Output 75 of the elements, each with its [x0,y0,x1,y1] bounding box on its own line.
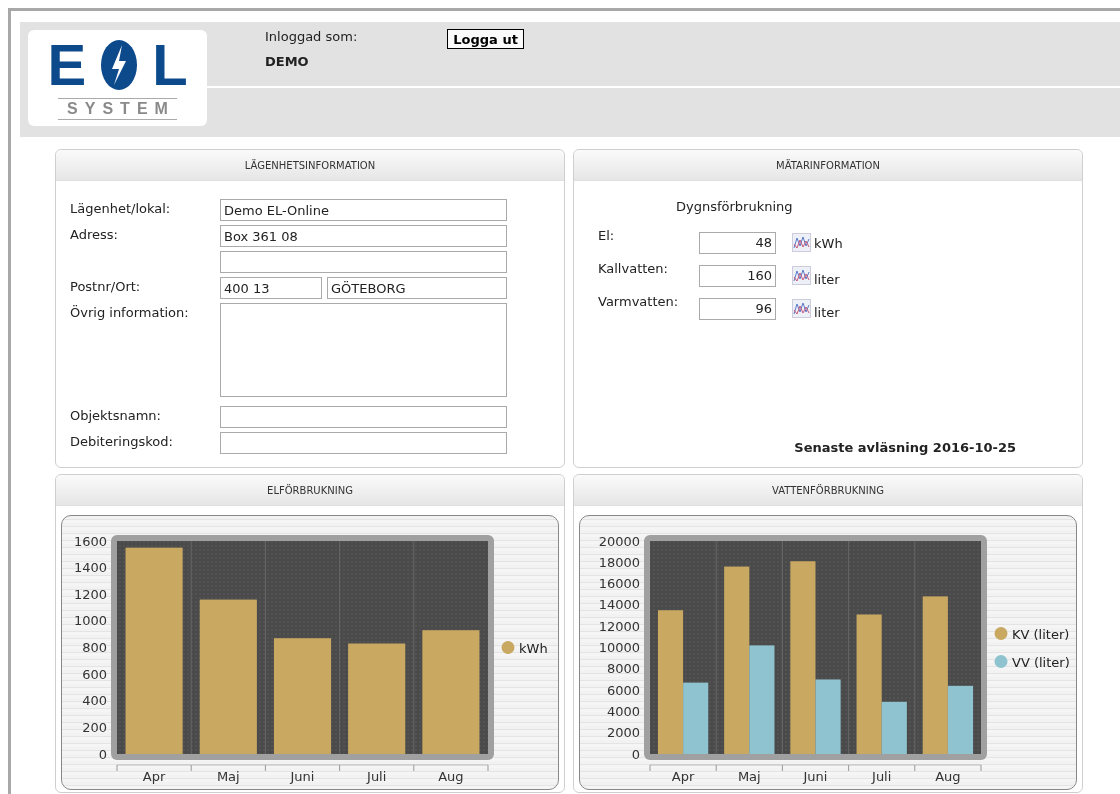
city-field[interactable]: GÖTEBORG [327,277,507,299]
reading-field[interactable]: 48 [699,231,776,254]
axis-tick-label: 18000 [598,554,640,570]
meter-label: El: [598,227,616,243]
panel-title: ELFÖRBRUKNING [56,475,564,506]
lightning-bolt-logo-icon [100,39,139,91]
axis-tick-label: 800 [82,640,107,655]
logo-subtitle: SYSTEM [66,100,175,118]
panel-title: VATTENFÖRBRUKNING [574,475,1082,506]
legend-label: KV (liter) [1012,626,1070,642]
panel-title: LÄGENHETSINFORMATION [56,150,564,181]
text-area[interactable] [220,303,507,397]
logo-letter: L [152,36,188,94]
chart-button[interactable] [792,233,811,252]
chart-button[interactable] [792,266,811,285]
unit-label: kWh [814,236,844,251]
legend-label: kWh [519,640,548,656]
field-label: Postnr/Ort: [70,278,142,294]
meter-label: Varmvatten: [598,293,680,309]
line-chart-icon [793,300,810,317]
axis-tick-label: 2000 [606,725,640,741]
axis-category-label: Maj [737,769,761,784]
axis-category-label: Aug [935,769,961,784]
reading-field[interactable]: 96 [699,297,776,320]
field-label: Övrig information: [70,304,190,320]
axis-tick-label: 20000 [598,533,640,549]
axis-category-label: Juni [290,769,315,784]
logout-button[interactable]: Logga ut [447,29,524,49]
axis-tick-label: 600 [82,666,107,682]
input-field[interactable]: Box 361 08 [220,225,507,247]
axis-category-label: Juli [872,769,892,784]
input-field[interactable] [220,432,507,454]
axis-category-label: Maj [216,769,240,784]
input-field[interactable]: Demo EL-Online [220,199,507,221]
axis-tick-label: 10000 [598,640,640,655]
axis-category-label: Apr [142,769,166,784]
last-reading-text: Senaste avläsning 2016-10-25 [794,440,1016,455]
reading-field[interactable]: 160 [699,264,776,287]
axis-tick-label: 1600 [73,533,107,549]
line-chart-icon [793,267,810,284]
axis-tick-label: 12000 [598,618,640,634]
axis-tick-label: 8000 [606,661,640,677]
axis-category-label: Juli [367,769,387,784]
section-heading: Dygnsförbrukning [676,199,793,214]
meter-label: Kallvatten: [598,260,669,276]
username: DEMO [265,54,310,69]
axis-tick-label: 0 [631,746,640,762]
axis-category-label: Aug [438,769,464,784]
line-chart-icon [793,234,810,251]
unit-label: liter [814,272,841,287]
axis-tick-label: 200 [82,719,107,735]
field-label: Objektsnamn: [70,407,162,423]
field-label: Adress: [70,226,119,242]
field-label: Lägenhet/lokal: [70,200,172,216]
axis-tick-label: 6000 [606,682,640,698]
axis-tick-label: 400 [82,693,107,709]
axis-tick-label: 0 [98,746,107,762]
axis-category-label: Apr [671,769,695,784]
unit-label: liter [814,305,841,320]
login-label: Inloggad som: [265,29,358,44]
axis-tick-label: 14000 [598,597,640,613]
axis-tick-label: 1400 [73,560,107,576]
input-field[interactable] [220,406,507,428]
input-field[interactable] [220,251,507,273]
logo-letter: E [47,36,87,94]
axis-category-label: Juni [803,769,828,784]
axis-tick-label: 4000 [606,703,640,719]
axis-tick-label: 16000 [598,576,640,592]
axis-tick-label: 1200 [73,586,107,602]
chart-button[interactable] [792,299,811,318]
field-label: Debiteringskod: [70,433,174,449]
postal-code-field[interactable]: 400 13 [220,277,322,299]
panel-title: MÄTARINFORMATION [574,150,1082,181]
legend-label: VV (liter) [1012,654,1070,670]
axis-tick-label: 1000 [73,613,107,629]
